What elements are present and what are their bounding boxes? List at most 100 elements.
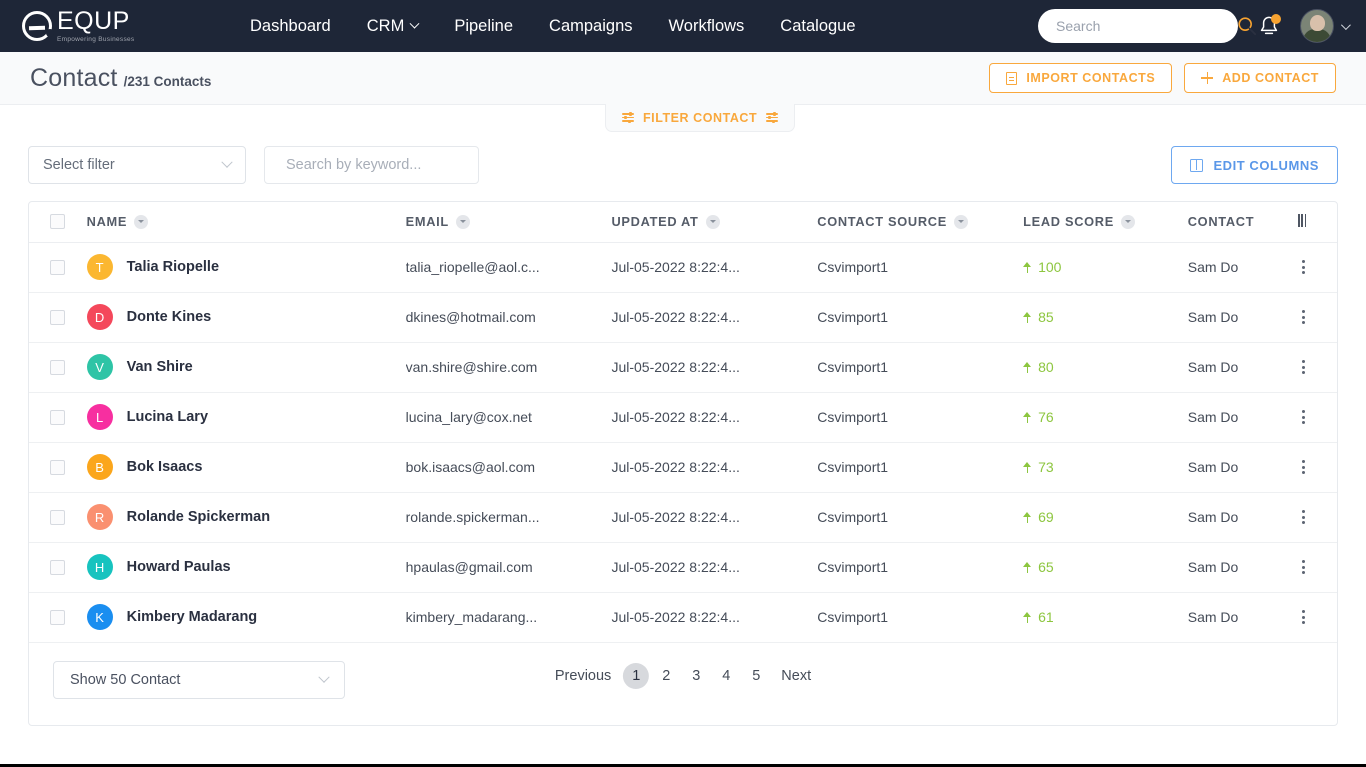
column-header-label: CONTACT SOURCE xyxy=(817,214,947,230)
kebab-menu-icon[interactable] xyxy=(1296,559,1312,575)
pagination-page-2[interactable]: 2 xyxy=(653,663,679,689)
contact-owner: Sam Do xyxy=(1187,359,1239,375)
nav-item-catalogue[interactable]: Catalogue xyxy=(780,17,855,36)
row-select-checkbox[interactable] xyxy=(50,609,66,625)
table-header: NAME EMAIL UPDATED AT CONTACT SOURCE LEA… xyxy=(29,202,1337,243)
pagination-next[interactable]: Next xyxy=(773,663,819,689)
lead-score-value: 61 xyxy=(1038,609,1054,625)
pagination: Previous 1 2 3 4 5 Next xyxy=(547,662,819,689)
arrow-up-icon xyxy=(1023,461,1032,473)
kebab-menu-icon[interactable] xyxy=(1296,259,1312,275)
kebab-menu-icon[interactable] xyxy=(1296,459,1312,475)
column-header-email[interactable]: EMAIL xyxy=(405,202,612,243)
contact-owner: Sam Do xyxy=(1187,309,1239,325)
contact-source: Csvimport1 xyxy=(817,609,889,625)
lead-score-value: 69 xyxy=(1038,509,1054,525)
column-header-updated-at[interactable]: UPDATED AT xyxy=(611,202,818,243)
row-select-checkbox[interactable] xyxy=(50,259,66,275)
contact-email: hpaulas@gmail.com xyxy=(405,559,533,575)
table-row[interactable]: L Lucina Lary lucina_lary@cox.net Jul-05… xyxy=(29,392,1337,443)
nav-item-workflows[interactable]: Workflows xyxy=(669,17,745,36)
brand-tagline: Empowering Businesses xyxy=(57,35,135,43)
nav-item-campaigns[interactable]: Campaigns xyxy=(549,17,632,36)
lead-score-value: 65 xyxy=(1038,559,1054,575)
contact-name[interactable]: Howard Paulas xyxy=(127,559,231,575)
contact-email: lucina_lary@cox.net xyxy=(405,409,532,425)
contact-name[interactable]: Donte Kines xyxy=(127,309,212,325)
contact-email: rolande.spickerman... xyxy=(405,509,540,525)
select-all-checkbox[interactable] xyxy=(50,214,66,230)
contact-name[interactable]: Kimbery Madarang xyxy=(127,609,258,625)
arrow-up-icon xyxy=(1023,361,1032,373)
contact-source: Csvimport1 xyxy=(817,509,889,525)
table-row[interactable]: K Kimbery Madarang kimbery_madarang... J… xyxy=(29,592,1337,643)
nav-item-dashboard[interactable]: Dashboard xyxy=(250,17,331,36)
kebab-menu-icon[interactable] xyxy=(1296,409,1312,425)
page-size-dropdown[interactable]: Show 50 Contact xyxy=(53,660,345,699)
sort-chevron-down-icon[interactable] xyxy=(455,214,470,229)
keyword-search-box[interactable] xyxy=(264,146,479,184)
kebab-menu-icon[interactable] xyxy=(1296,609,1312,625)
contact-name[interactable]: Rolande Spickerman xyxy=(127,509,270,525)
row-select-checkbox[interactable] xyxy=(50,459,66,475)
search-icon[interactable] xyxy=(1237,16,1257,36)
filter-tab-row: FILTER CONTACT xyxy=(0,104,1366,132)
contact-name[interactable]: Bok Isaacs xyxy=(127,459,203,475)
column-header-name[interactable]: NAME xyxy=(86,202,406,243)
account-menu[interactable] xyxy=(1300,9,1351,43)
table-row[interactable]: R Rolande Spickerman rolande.spickerman.… xyxy=(29,492,1337,543)
row-select-checkbox[interactable] xyxy=(50,409,66,425)
kebab-menu-icon[interactable] xyxy=(1296,509,1312,525)
contacts-table: NAME EMAIL UPDATED AT CONTACT SOURCE LEA… xyxy=(29,202,1337,643)
import-contacts-button[interactable]: IMPORT CONTACTS xyxy=(989,63,1173,93)
sort-chevron-down-icon[interactable] xyxy=(1120,214,1135,229)
table-row[interactable]: D Donte Kines dkines@hotmail.com Jul-05-… xyxy=(29,292,1337,343)
kebab-menu-icon[interactable] xyxy=(1296,359,1312,375)
contact-name[interactable]: Talia Riopelle xyxy=(127,259,219,275)
column-header-contact-owner[interactable]: CONTACT xyxy=(1187,202,1296,243)
kebab-menu-icon[interactable] xyxy=(1296,309,1312,325)
table-row[interactable]: B Bok Isaacs bok.isaacs@aol.com Jul-05-2… xyxy=(29,442,1337,493)
nav-item-pipeline[interactable]: Pipeline xyxy=(454,17,513,36)
pagination-page-5[interactable]: 5 xyxy=(743,663,769,689)
select-filter-dropdown[interactable]: Select filter xyxy=(28,146,246,184)
brand-logo[interactable]: EQUP Empowering Businesses xyxy=(22,8,222,44)
edit-columns-button[interactable]: EDIT COLUMNS xyxy=(1171,146,1338,184)
row-select-checkbox[interactable] xyxy=(50,559,66,575)
add-contact-button[interactable]: ADD CONTACT xyxy=(1184,63,1336,93)
select-all-header xyxy=(29,202,87,243)
sort-chevron-down-icon[interactable] xyxy=(705,214,720,229)
column-resize-header[interactable] xyxy=(1295,202,1337,243)
row-select-checkbox[interactable] xyxy=(50,509,66,525)
row-select-checkbox[interactable] xyxy=(50,309,66,325)
contact-name[interactable]: Van Shire xyxy=(127,359,193,375)
global-search[interactable] xyxy=(1038,9,1257,43)
sort-chevron-down-icon[interactable] xyxy=(953,214,968,229)
table-row[interactable]: V Van Shire van.shire@shire.com Jul-05-2… xyxy=(29,342,1337,393)
contact-owner: Sam Do xyxy=(1187,559,1239,575)
contact-source: Csvimport1 xyxy=(817,409,889,425)
nav-item-crm[interactable]: CRM xyxy=(367,17,420,36)
main-nav-links: Dashboard CRM Pipeline Campaigns Workflo… xyxy=(250,17,856,36)
page-header-actions: IMPORT CONTACTS ADD CONTACT xyxy=(989,63,1336,93)
notifications-button[interactable] xyxy=(1258,14,1281,38)
column-header-contact-source[interactable]: CONTACT SOURCE xyxy=(817,202,1024,243)
contact-updated-at: Jul-05-2022 8:22:4... xyxy=(611,459,740,475)
pagination-page-3[interactable]: 3 xyxy=(683,663,709,689)
pagination-previous[interactable]: Previous xyxy=(547,663,619,689)
contact-source: Csvimport1 xyxy=(817,559,889,575)
column-header-lead-score[interactable]: LEAD SCORE xyxy=(1023,202,1188,243)
row-select-checkbox[interactable] xyxy=(50,359,66,375)
table-row[interactable]: T Talia Riopelle talia_riopelle@aol.c...… xyxy=(29,242,1337,293)
sort-chevron-down-icon[interactable] xyxy=(134,214,149,229)
keyword-search-input[interactable] xyxy=(286,157,473,173)
search-input[interactable] xyxy=(1056,18,1237,34)
contact-name[interactable]: Lucina Lary xyxy=(127,409,208,425)
filter-contact-tab[interactable]: FILTER CONTACT xyxy=(605,104,796,132)
pagination-page-4[interactable]: 4 xyxy=(713,663,739,689)
pagination-page-1[interactable]: 1 xyxy=(623,662,650,689)
column-resize-icon[interactable] xyxy=(1297,213,1307,227)
contact-avatar: B xyxy=(86,454,113,480)
table-row[interactable]: H Howard Paulas hpaulas@gmail.com Jul-05… xyxy=(29,542,1337,593)
contact-avatar: H xyxy=(86,554,113,580)
